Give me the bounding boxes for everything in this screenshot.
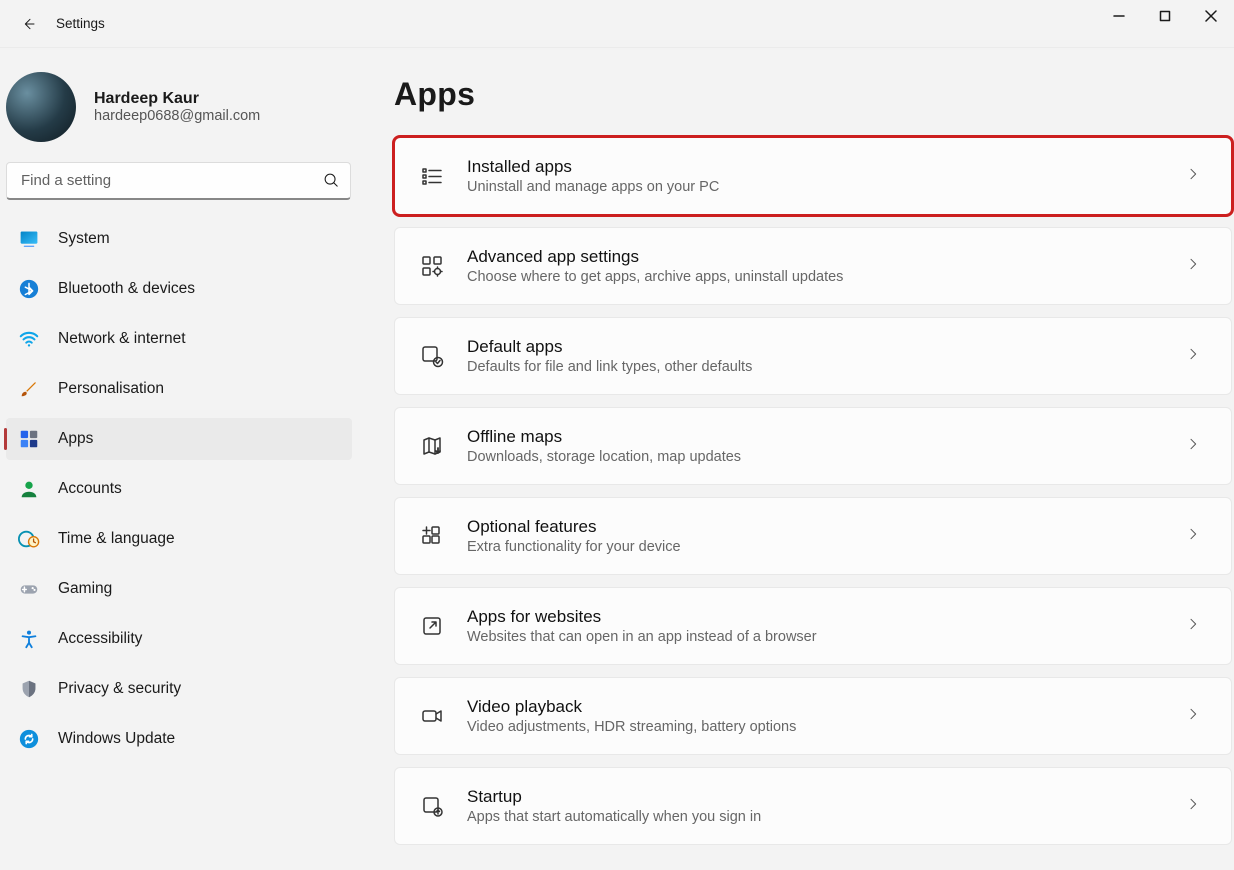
close-button[interactable] bbox=[1188, 0, 1234, 32]
search-icon bbox=[323, 172, 340, 189]
card-title: Default apps bbox=[467, 337, 1185, 357]
search-box[interactable] bbox=[6, 162, 351, 200]
back-button[interactable] bbox=[12, 8, 44, 40]
open-external-icon bbox=[419, 613, 445, 639]
sidebar-item-label: Time & language bbox=[58, 530, 175, 548]
app-check-icon bbox=[419, 343, 445, 369]
content-area: Apps Installed apps Uninstall and manage… bbox=[356, 48, 1234, 870]
sidebar-item-label: System bbox=[58, 230, 110, 248]
map-download-icon bbox=[419, 433, 445, 459]
clock-globe-icon bbox=[18, 528, 40, 550]
wifi-icon bbox=[18, 328, 40, 350]
card-title: Apps for websites bbox=[467, 607, 1185, 627]
sidebar-item-label: Gaming bbox=[58, 580, 112, 598]
card-advanced-app-settings[interactable]: Advanced app settings Choose where to ge… bbox=[394, 227, 1232, 305]
sidebar-item-label: Windows Update bbox=[58, 730, 175, 748]
card-subtitle: Extra functionality for your device bbox=[467, 539, 1185, 555]
chevron-right-icon bbox=[1185, 796, 1201, 817]
app-cog-icon bbox=[419, 253, 445, 279]
card-default-apps[interactable]: Default apps Defaults for file and link … bbox=[394, 317, 1232, 395]
sidebar: Hardeep Kaur hardeep0688@gmail.com Syste… bbox=[0, 48, 356, 870]
sidebar-item-time[interactable]: Time & language bbox=[6, 518, 352, 560]
sidebar-item-label: Privacy & security bbox=[58, 680, 181, 698]
titlebar: Settings bbox=[0, 0, 1234, 48]
card-video-playback[interactable]: Video playback Video adjustments, HDR st… bbox=[394, 677, 1232, 755]
maximize-button[interactable] bbox=[1142, 0, 1188, 32]
sidebar-item-privacy[interactable]: Privacy & security bbox=[6, 668, 352, 710]
sidebar-item-bluetooth[interactable]: Bluetooth & devices bbox=[6, 268, 352, 310]
sidebar-item-label: Accessibility bbox=[58, 630, 142, 648]
card-subtitle: Apps that start automatically when you s… bbox=[467, 809, 1185, 825]
chevron-right-icon bbox=[1185, 526, 1201, 547]
card-installed-apps[interactable]: Installed apps Uninstall and manage apps… bbox=[394, 137, 1232, 215]
sidebar-item-label: Accounts bbox=[58, 480, 122, 498]
card-optional-features[interactable]: Optional features Extra functionality fo… bbox=[394, 497, 1232, 575]
window-controls bbox=[1096, 0, 1234, 32]
sidebar-item-gaming[interactable]: Gaming bbox=[6, 568, 352, 610]
chevron-right-icon bbox=[1185, 346, 1201, 367]
card-title: Installed apps bbox=[467, 157, 1185, 177]
card-startup[interactable]: Startup Apps that start automatically wh… bbox=[394, 767, 1232, 845]
person-icon bbox=[18, 478, 40, 500]
cards-list: Installed apps Uninstall and manage apps… bbox=[394, 137, 1234, 845]
card-subtitle: Uninstall and manage apps on your PC bbox=[467, 179, 1185, 195]
grid-plus-icon bbox=[419, 523, 445, 549]
accessibility-icon bbox=[18, 628, 40, 650]
sidebar-item-system[interactable]: System bbox=[6, 218, 352, 260]
chevron-right-icon bbox=[1185, 436, 1201, 457]
minimize-icon bbox=[1113, 10, 1125, 22]
sidebar-item-accounts[interactable]: Accounts bbox=[6, 468, 352, 510]
card-title: Video playback bbox=[467, 697, 1185, 717]
chevron-right-icon bbox=[1185, 166, 1201, 187]
chevron-right-icon bbox=[1185, 256, 1201, 277]
card-subtitle: Websites that can open in an app instead… bbox=[467, 629, 1185, 645]
monitor-icon bbox=[18, 228, 40, 250]
sidebar-item-apps[interactable]: Apps bbox=[6, 418, 352, 460]
refresh-icon bbox=[18, 728, 40, 750]
sidebar-item-update[interactable]: Windows Update bbox=[6, 718, 352, 760]
card-offline-maps[interactable]: Offline maps Downloads, storage location… bbox=[394, 407, 1232, 485]
profile-name: Hardeep Kaur bbox=[94, 90, 260, 108]
card-title: Optional features bbox=[467, 517, 1185, 537]
card-subtitle: Video adjustments, HDR streaming, batter… bbox=[467, 719, 1185, 735]
card-subtitle: Downloads, storage location, map updates bbox=[467, 449, 1185, 465]
close-icon bbox=[1205, 10, 1217, 22]
maximize-icon bbox=[1159, 10, 1171, 22]
card-subtitle: Defaults for file and link types, other … bbox=[467, 359, 1185, 375]
window-title: Settings bbox=[56, 16, 105, 31]
minimize-button[interactable] bbox=[1096, 0, 1142, 32]
brush-icon bbox=[18, 378, 40, 400]
sidebar-item-accessibility[interactable]: Accessibility bbox=[6, 618, 352, 660]
card-subtitle: Choose where to get apps, archive apps, … bbox=[467, 269, 1185, 285]
profile-block[interactable]: Hardeep Kaur hardeep0688@gmail.com bbox=[6, 64, 356, 158]
app-arrow-icon bbox=[419, 793, 445, 819]
gamepad-icon bbox=[18, 578, 40, 600]
card-title: Offline maps bbox=[467, 427, 1185, 447]
bluetooth-icon bbox=[18, 278, 40, 300]
sidebar-item-label: Apps bbox=[58, 430, 93, 448]
avatar bbox=[6, 72, 76, 142]
sidebar-item-label: Bluetooth & devices bbox=[58, 280, 195, 298]
list-icon bbox=[419, 163, 445, 189]
sidebar-item-network[interactable]: Network & internet bbox=[6, 318, 352, 360]
card-apps-for-websites[interactable]: Apps for websites Websites that can open… bbox=[394, 587, 1232, 665]
page-title: Apps bbox=[394, 76, 1234, 113]
sidebar-item-personalisation[interactable]: Personalisation bbox=[6, 368, 352, 410]
card-title: Advanced app settings bbox=[467, 247, 1185, 267]
sidebar-item-label: Personalisation bbox=[58, 380, 164, 398]
arrow-left-icon bbox=[20, 16, 36, 32]
search-input[interactable] bbox=[21, 172, 323, 189]
video-icon bbox=[419, 703, 445, 729]
nav-list: System Bluetooth & devices Network & int… bbox=[6, 218, 356, 760]
apps-grid-icon bbox=[18, 428, 40, 450]
chevron-right-icon bbox=[1185, 616, 1201, 637]
card-title: Startup bbox=[467, 787, 1185, 807]
shield-icon bbox=[18, 678, 40, 700]
sidebar-item-label: Network & internet bbox=[58, 330, 186, 348]
profile-email: hardeep0688@gmail.com bbox=[94, 108, 260, 124]
chevron-right-icon bbox=[1185, 706, 1201, 727]
